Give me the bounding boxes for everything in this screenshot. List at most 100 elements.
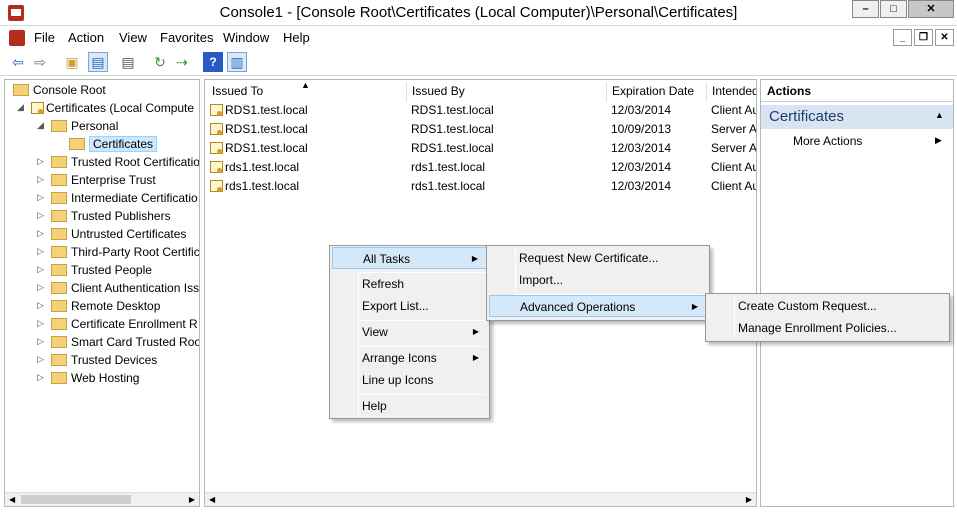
folder-icon: [51, 354, 67, 366]
expand-arrow-icon[interactable]: ▷: [37, 318, 47, 329]
table-cell: 12/03/2014: [611, 103, 672, 117]
menu-window[interactable]: Window: [223, 30, 269, 45]
menu-item-view[interactable]: View ▶: [332, 321, 487, 343]
forward-icon[interactable]: ⇨: [30, 52, 50, 72]
window-title: Console1 - [Console Root\Certificates (L…: [219, 4, 738, 21]
tree-node-third-party-root[interactable]: Third-Party Root Certific: [51, 243, 199, 261]
scroll-left-icon[interactable]: ◀: [9, 495, 15, 504]
column-expiration-date[interactable]: Expiration Date: [607, 82, 707, 102]
expand-arrow-icon[interactable]: ▷: [37, 354, 47, 365]
tree-node-label: Certificate Enrollment R: [71, 317, 198, 331]
tree-node-smart-card-roots[interactable]: Smart Card Trusted Roo: [51, 333, 199, 351]
menu-item-all-tasks[interactable]: All Tasks ▶: [332, 247, 487, 269]
tree-node-personal-certificates[interactable]: Certificates: [69, 135, 158, 153]
folder-icon: [51, 282, 67, 294]
scroll-thumb[interactable]: [21, 495, 131, 504]
folder-icon: [51, 300, 67, 312]
menu-action[interactable]: Action: [68, 30, 104, 45]
export-icon[interactable]: ⇢: [172, 52, 192, 72]
menu-item-refresh[interactable]: Refresh: [332, 273, 487, 295]
collapse-up-icon[interactable]: ▲: [935, 110, 944, 120]
refresh-icon[interactable]: ↻: [150, 52, 170, 72]
tree-node-intermediate[interactable]: Intermediate Certificatio: [51, 189, 198, 207]
mdi-close-button[interactable]: ✕: [935, 29, 954, 46]
tree-node-trusted-people[interactable]: Trusted People: [51, 261, 152, 279]
mdi-minimize-button[interactable]: _: [893, 29, 912, 46]
console-icon[interactable]: [9, 30, 25, 46]
up-folder-icon[interactable]: ▣: [62, 52, 82, 72]
tree-node-trusted-publishers[interactable]: Trusted Publishers: [51, 207, 171, 225]
menu-favorites[interactable]: Favorites: [160, 30, 213, 45]
tree-node-cert-enrollment[interactable]: Certificate Enrollment R: [51, 315, 198, 333]
scroll-right-icon[interactable]: ▶: [746, 495, 752, 504]
expand-arrow-icon[interactable]: ▷: [37, 282, 47, 293]
expand-arrow-icon[interactable]: ▷: [37, 336, 47, 347]
advanced-operations-submenu: Create Custom Request... Manage Enrollme…: [705, 293, 950, 342]
scroll-right-icon[interactable]: ▶: [189, 495, 195, 504]
table-row[interactable]: RDS1.test.local RDS1.test.local 10/09/2013…: [205, 120, 756, 139]
expand-arrow-icon[interactable]: ▷: [37, 264, 47, 275]
expand-arrow-icon[interactable]: ▷: [37, 156, 47, 167]
collapse-arrow-icon[interactable]: ◢: [17, 102, 27, 113]
scroll-left-icon[interactable]: ◀: [209, 495, 215, 504]
mdi-restore-button[interactable]: ❐: [914, 29, 933, 46]
menu-item-arrange-icons[interactable]: Arrange Icons ▶: [332, 347, 487, 369]
tree-node-label: Trusted Publishers: [71, 209, 171, 223]
table-row[interactable]: rds1.test.local rds1.test.local 12/03/2014…: [205, 177, 756, 196]
tree-node-trusted-devices[interactable]: Trusted Devices: [51, 351, 157, 369]
table-row[interactable]: RDS1.test.local RDS1.test.local 12/03/2014…: [205, 139, 756, 158]
menu-file[interactable]: File: [34, 30, 55, 45]
tree-node-remote-desktop[interactable]: Remote Desktop: [51, 297, 160, 315]
table-cell: rds1.test.local: [411, 160, 486, 174]
properties-icon[interactable]: ▤: [118, 52, 138, 72]
tree-node-untrusted[interactable]: Untrusted Certificates: [51, 225, 186, 243]
tree-node-web-hosting[interactable]: Web Hosting: [51, 369, 139, 387]
tree-horizontal-scrollbar[interactable]: ◀ ▶: [5, 492, 199, 506]
title-bar: Console1 - [Console Root\Certificates (L…: [0, 0, 957, 26]
tree-node-personal[interactable]: Personal: [51, 117, 118, 135]
column-issued-by[interactable]: Issued By: [407, 82, 607, 102]
menu-item-import[interactable]: Import...: [489, 269, 707, 291]
menu-item-help[interactable]: Help: [332, 395, 487, 417]
show-hide-tree-icon[interactable]: ▤: [88, 52, 108, 72]
column-intended-purposes[interactable]: Intended: [707, 82, 756, 102]
expand-arrow-icon[interactable]: ▷: [37, 210, 47, 221]
more-actions-item[interactable]: More Actions: [793, 134, 862, 148]
menu-view[interactable]: View: [119, 30, 147, 45]
menu-item-manage-enrollment-policies[interactable]: Manage Enrollment Policies...: [708, 317, 947, 339]
collapse-arrow-icon[interactable]: ◢: [37, 120, 47, 131]
expand-arrow-icon[interactable]: ▷: [37, 192, 47, 203]
show-hide-action-pane-icon[interactable]: ▥: [227, 52, 247, 72]
actions-section-certificates[interactable]: Certificates: [761, 105, 953, 129]
expand-arrow-icon[interactable]: ▷: [37, 246, 47, 257]
minimize-button[interactable]: –: [852, 0, 879, 18]
submenu-arrow-icon: ▶: [935, 135, 942, 145]
expand-arrow-icon[interactable]: ▷: [37, 174, 47, 185]
table-row[interactable]: rds1.test.local rds1.test.local 12/03/2014…: [205, 158, 756, 177]
menu-item-line-up-icons[interactable]: Line up Icons: [332, 369, 487, 391]
list-horizontal-scrollbar[interactable]: ◀ ▶: [205, 492, 756, 506]
tree-node-label: Trusted People: [71, 263, 152, 277]
menu-item-advanced-operations[interactable]: Advanced Operations ▶: [489, 295, 707, 317]
help-icon[interactable]: ?: [203, 52, 223, 72]
table-cell: RDS1.test.local: [411, 103, 494, 117]
tree-node-client-auth-issuers[interactable]: Client Authentication Iss: [51, 279, 199, 297]
table-cell: RDS1.test.local: [411, 122, 494, 136]
menu-item-export-list[interactable]: Export List...: [332, 295, 487, 317]
maximize-button[interactable]: □: [880, 0, 907, 18]
tree-node-certificates-local[interactable]: Certificates (Local Compute: [31, 99, 194, 117]
menu-item-request-new-certificate[interactable]: Request New Certificate...: [489, 247, 707, 269]
menu-item-create-custom-request[interactable]: Create Custom Request...: [708, 295, 947, 317]
tree-node-console-root[interactable]: Console Root: [13, 81, 106, 99]
table-row[interactable]: RDS1.test.local RDS1.test.local 12/03/2014…: [205, 101, 756, 120]
expand-arrow-icon[interactable]: ▷: [37, 300, 47, 311]
table-cell: Server A: [711, 122, 756, 136]
tree-node-trusted-root[interactable]: Trusted Root Certificatio: [51, 153, 199, 171]
back-icon[interactable]: ⇦: [8, 52, 28, 72]
tree-node-enterprise-trust[interactable]: Enterprise Trust: [51, 171, 156, 189]
folder-icon: [51, 372, 67, 384]
close-button[interactable]: ✕: [908, 0, 954, 18]
expand-arrow-icon[interactable]: ▷: [37, 228, 47, 239]
expand-arrow-icon[interactable]: ▷: [37, 372, 47, 383]
menu-help[interactable]: Help: [283, 30, 310, 45]
